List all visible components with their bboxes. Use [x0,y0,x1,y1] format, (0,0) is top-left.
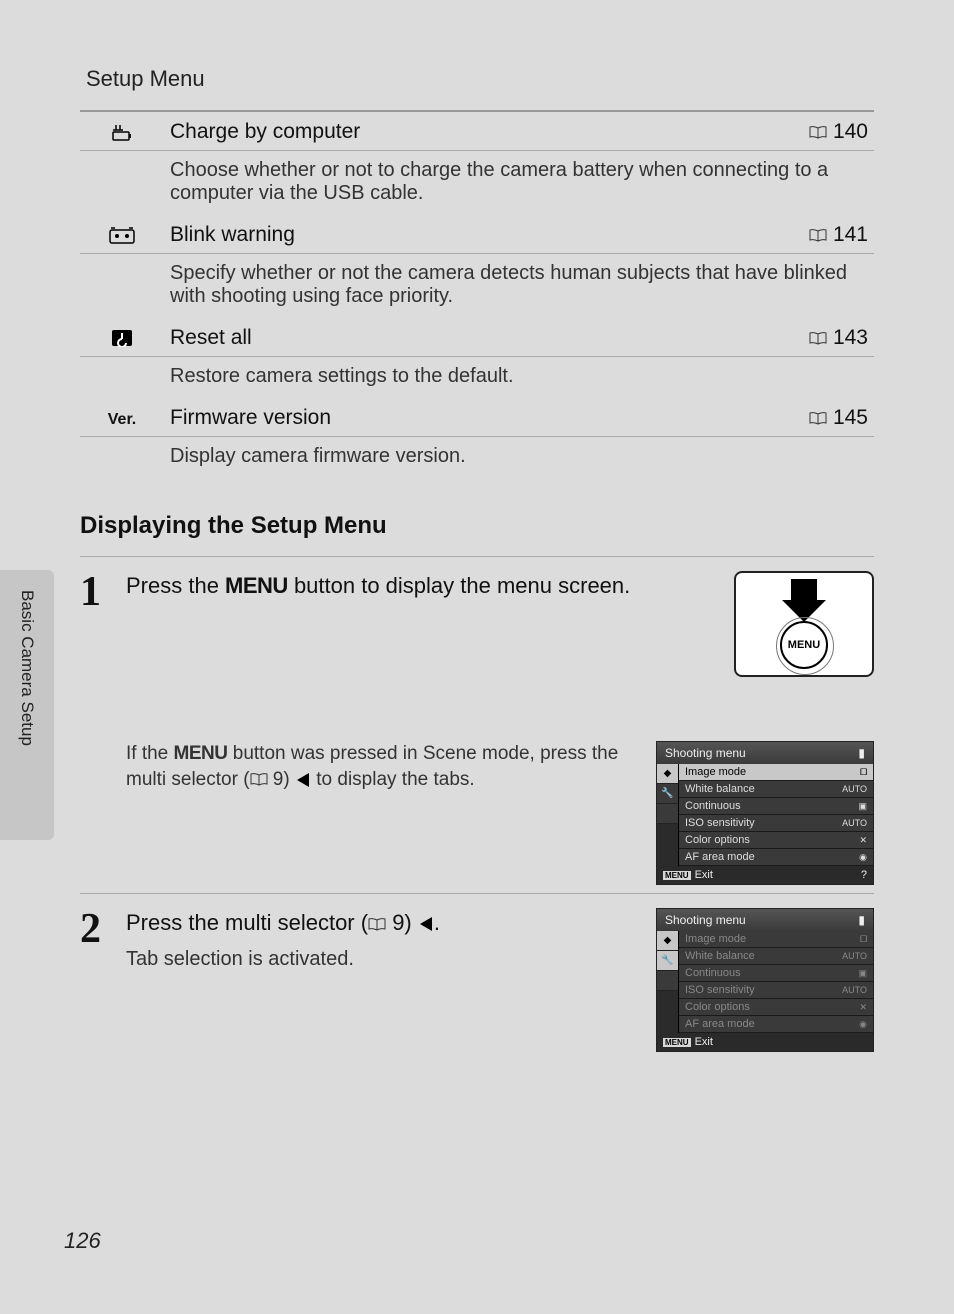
left-arrow-icon [420,917,432,931]
camera-screen-2: Shooting menu ▮ ◆ 🔧 Image mode🞐 [656,908,874,1052]
page: Basic Camera Setup Setup Menu Charge by … [0,0,954,1314]
lcd-tab-camera: ◆ [657,931,678,951]
row-description: Specify whether or not the camera detect… [164,254,874,319]
page-ref: 141 [784,215,874,254]
left-arrow-icon [297,773,309,787]
row-label: Firmware version [164,398,784,437]
table-row: Blink warning 141 [80,215,874,254]
page-ref: 143 [784,318,874,357]
menu-glyph: MENU [174,743,228,764]
table-row-desc: Display camera firmware version. [80,437,874,479]
step-2-text: Press the multi selector ( 9) . Tab sele… [126,908,632,973]
text-fragment: 9) [386,910,418,935]
book-icon [250,773,268,786]
table-row: Reset all 143 [80,318,874,357]
menu-glyph: MENU [225,573,288,598]
lcd-item: ISO sensitivityAUTO [679,982,873,999]
section-heading: Displaying the Setup Menu [80,508,874,548]
row-label: Blink warning [164,215,784,254]
lcd-item: ISO sensitivityAUTO [679,815,873,832]
row-description: Display camera firmware version. [164,437,874,479]
setup-table: Charge by computer 140 Choose whether or… [80,112,874,478]
lcd-exit-bar: MENU Exit [657,1033,873,1051]
step-number: 2 [80,908,126,1052]
lcd-item: Color options✕ [679,999,873,1016]
lcd-tab-camera: ◆ [657,764,678,784]
lcd-item: Image mode🞐 [679,764,873,781]
text-fragment: If the [126,743,174,764]
row-description: Restore camera settings to the default. [164,357,874,399]
wrench-icon: ▮ [858,746,865,760]
row-description: Choose whether or not to charge the came… [164,151,874,216]
lcd-item: Continuous▣ [679,798,873,815]
exit-label: Exit [695,1036,713,1048]
step-1-text: Press the MENU button to display the men… [126,571,710,601]
row-label: Reset all [164,318,784,357]
menu-button-icon: MENU [780,621,828,669]
camera-screen-1: Shooting menu ▮ ◆ 🔧 Image mode🞐 [656,741,874,885]
text-fragment: Press the multi selector ( [126,910,368,935]
lcd-item: Color options✕ [679,832,873,849]
page-number-ref: 140 [833,120,868,143]
lcd-title-text: Shooting menu [665,913,746,927]
blink-icon [80,215,164,254]
menu-tag: MENU [663,871,691,880]
text-fragment: 9) [268,769,295,790]
step-1-note: If the MENU button was pressed in Scene … [126,741,632,792]
row-label: Charge by computer [164,112,784,151]
page-number-ref: 143 [833,326,868,349]
table-row-desc: Choose whether or not to charge the came… [80,151,874,216]
page-ref: 145 [784,398,874,437]
text-fragment: to display the tabs. [311,769,475,790]
table-row-desc: Restore camera settings to the default. [80,357,874,399]
help-icon: ? [861,869,867,881]
page-number-ref: 141 [833,223,868,246]
book-icon [809,126,827,139]
table-row: Charge by computer 140 [80,112,874,151]
lcd-tab-setup: 🔧 [657,951,678,971]
lcd-title-text: Shooting menu [665,746,746,760]
text-fragment: . [434,910,440,935]
menu-tag: MENU [663,1038,691,1047]
table-row: Ver. Firmware version 145 [80,398,874,437]
lcd-item: Image mode🞐 [679,931,873,948]
charge-icon [80,112,164,151]
lcd-title: Shooting menu ▮ [657,742,873,764]
lcd-tab-blank [657,804,678,824]
lcd-tab-blank [657,971,678,991]
page-ref: 140 [784,112,874,151]
book-icon [809,412,827,425]
book-icon [809,332,827,345]
exit-label: Exit [695,869,713,881]
page-number-ref: 145 [833,406,868,429]
side-tab-label: Basic Camera Setup [0,570,54,840]
step-2: 2 Press the multi selector ( 9) . Tab se… [80,893,874,1052]
lcd-item: AF area mode◉ [679,849,873,866]
text-fragment: Press the [126,573,225,598]
menu-button-diagram: MENU [734,571,874,677]
lcd-item: White balanceAUTO [679,781,873,798]
step-1: 1 Press the MENU button to display the m… [80,556,874,885]
lcd-item: AF area mode◉ [679,1016,873,1033]
wrench-icon: ▮ [858,913,865,927]
reset-icon [80,318,164,357]
text-fragment: button to display the menu screen. [288,573,630,598]
lcd-exit-bar: MENU Exit ? [657,866,873,884]
step-number: 1 [80,571,126,885]
page-number: 126 [64,1228,101,1254]
lcd-title: Shooting menu ▮ [657,909,873,931]
book-icon [809,229,827,242]
page-title: Setup Menu [80,60,874,112]
ver-icon: Ver. [80,398,164,437]
content-area: Setup Menu Charge by computer 140 Choose… [80,60,874,1052]
book-icon [368,918,386,931]
lcd-item: Continuous▣ [679,965,873,982]
table-row-desc: Specify whether or not the camera detect… [80,254,874,319]
lcd-tab-setup: 🔧 [657,784,678,804]
step-2-subtext: Tab selection is activated. [126,946,632,973]
lcd-item: White balanceAUTO [679,948,873,965]
